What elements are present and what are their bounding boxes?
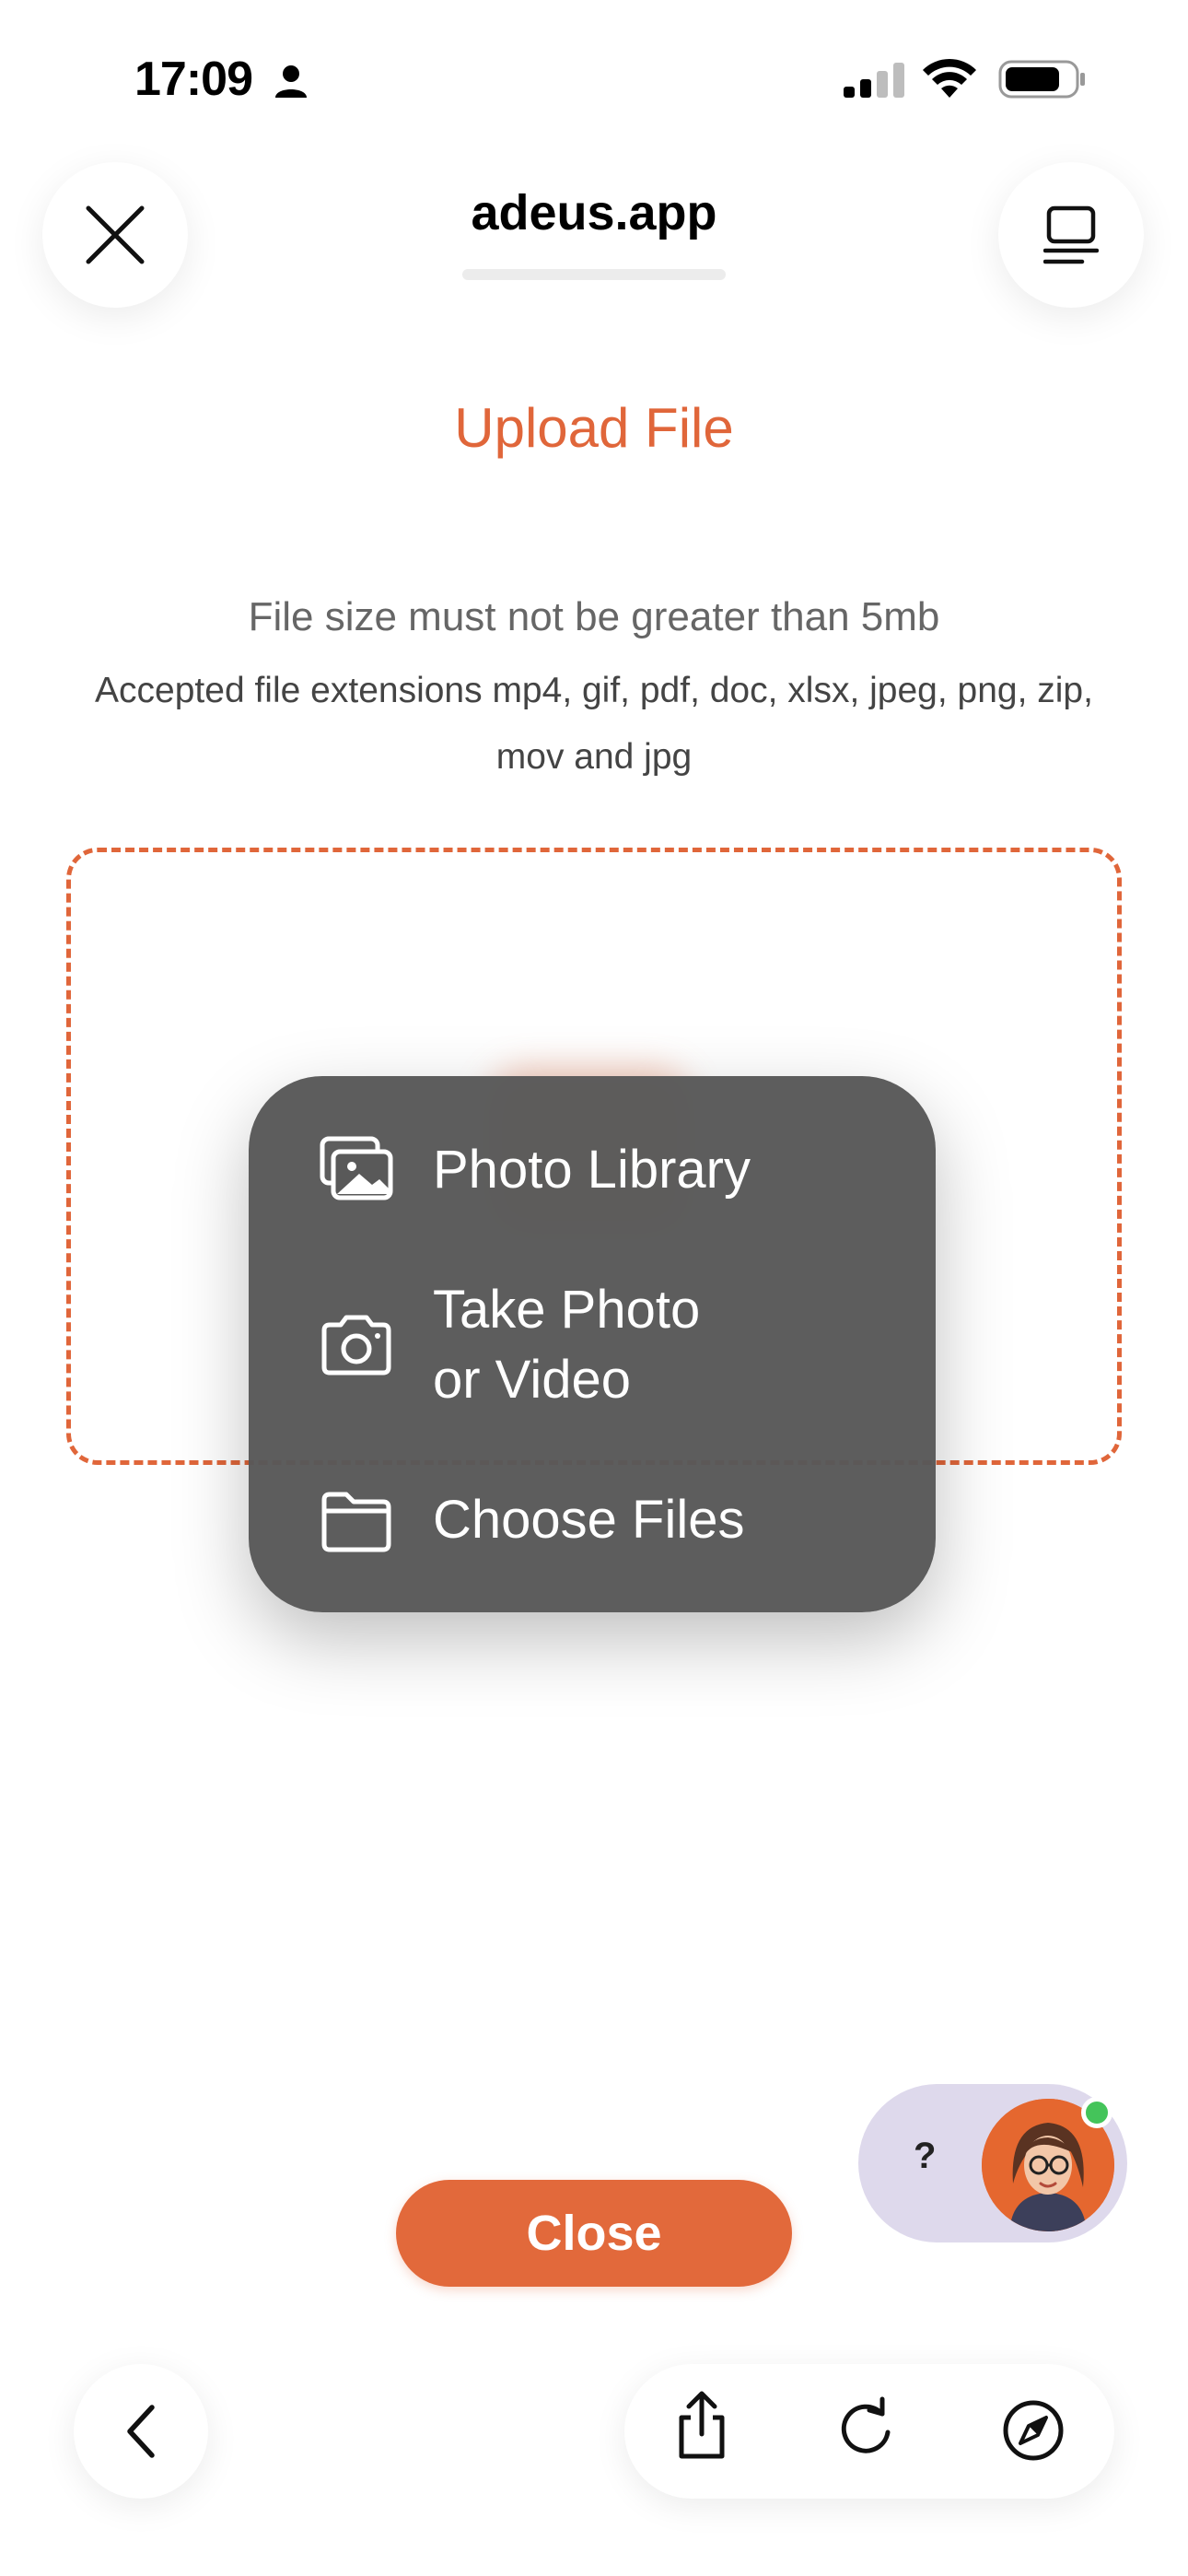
- online-status-dot: [1081, 2097, 1112, 2128]
- page-title: Upload File: [454, 397, 734, 459]
- menu-item-label: Photo Library: [433, 1140, 751, 1200]
- tab-overview-icon: [1043, 205, 1099, 264]
- share-icon[interactable]: [665, 2388, 739, 2462]
- camera-icon: [321, 1315, 391, 1376]
- status-time: 17:09: [134, 53, 253, 106]
- tab-overview-button[interactable]: [998, 162, 1144, 308]
- chat-help-label[interactable]: ?: [914, 2136, 936, 2177]
- folder-icon: [321, 1492, 391, 1552]
- menu-item-choose-files[interactable]: Choose Files: [249, 1456, 936, 1585]
- person-icon: [275, 65, 307, 98]
- cellular-signal-icon: [844, 63, 904, 98]
- url-underline: [462, 269, 726, 280]
- menu-item-label: Choose Files: [433, 1490, 745, 1550]
- close-button[interactable]: Close: [396, 2180, 792, 2287]
- photo-library-icon: [320, 1136, 393, 1200]
- wifi-icon: [923, 58, 976, 98]
- back-icon: [127, 2405, 155, 2458]
- compass-icon[interactable]: [996, 2394, 1070, 2467]
- reload-icon[interactable]: [829, 2392, 903, 2465]
- back-button[interactable]: [74, 2364, 208, 2499]
- menu-item-take-photo[interactable]: Take Photo or Video: [249, 1262, 936, 1428]
- extensions-note: Accepted file extensions mp4, gif, pdf, …: [95, 671, 1093, 777]
- menu-item-label: Take Photo or Video: [433, 1280, 701, 1410]
- battery-icon: [998, 60, 1085, 99]
- file-size-note: File size must not be greater than 5mb: [248, 594, 940, 639]
- menu-item-photo-library[interactable]: Photo Library: [249, 1106, 936, 1235]
